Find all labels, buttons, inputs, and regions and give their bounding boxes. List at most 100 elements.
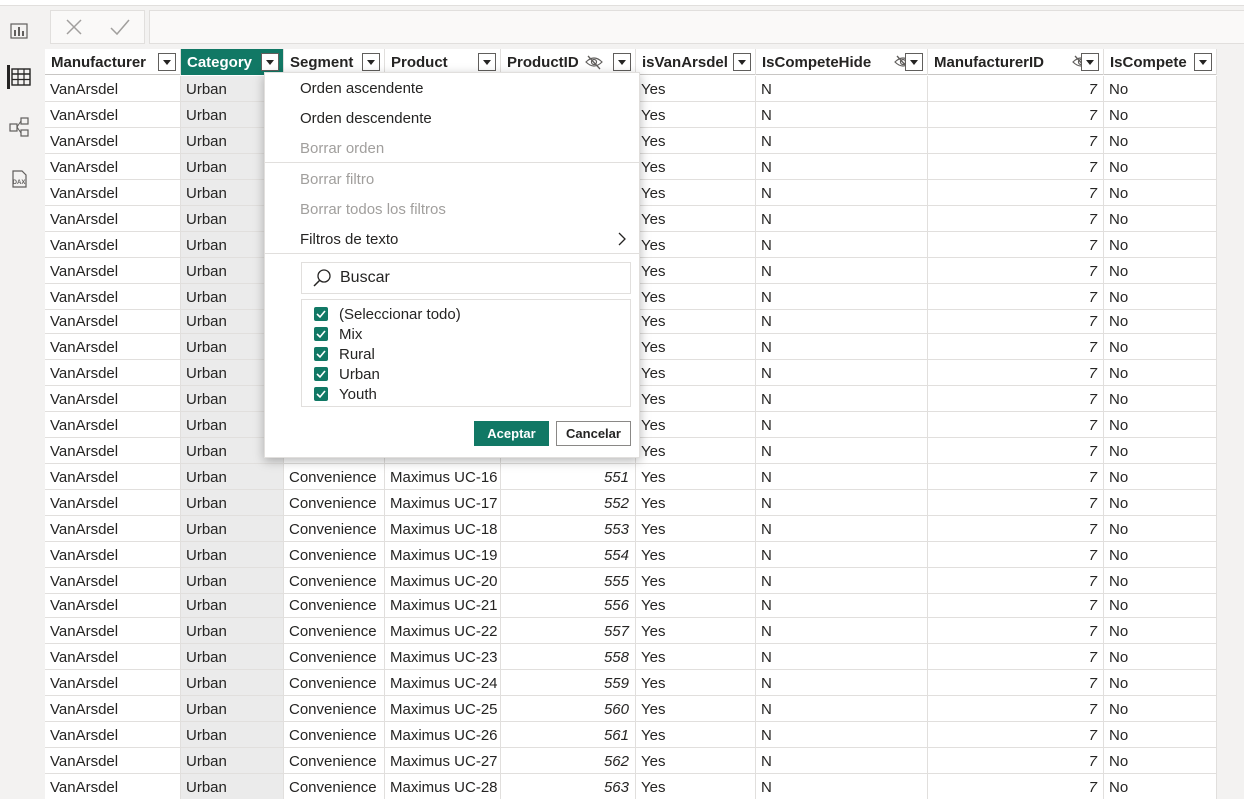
table-cell[interactable]: VanArsdel [45, 412, 181, 437]
table-cell[interactable]: 7 [928, 180, 1104, 205]
table-cell[interactable]: N [756, 334, 928, 359]
table-cell[interactable]: N [756, 618, 928, 643]
table-cell[interactable]: N [756, 516, 928, 541]
table-cell[interactable]: N [756, 748, 928, 773]
table-cell[interactable]: Yes [636, 696, 756, 721]
table-cell[interactable]: Maximus UC-17 [385, 490, 501, 515]
column-header-isvanarsdel[interactable]: isVanArsdel [636, 49, 756, 75]
table-cell[interactable]: Urban [181, 774, 284, 799]
table-cell[interactable]: 7 [928, 618, 1104, 643]
table-cell[interactable]: N [756, 594, 928, 617]
table-cell[interactable]: N [756, 542, 928, 567]
table-cell[interactable]: Convenience [284, 464, 385, 489]
column-filter-dropdown-button[interactable] [261, 53, 279, 71]
table-cell[interactable]: Urban [181, 594, 284, 617]
table-cell[interactable]: Urban [181, 696, 284, 721]
dax-query-view-icon[interactable]: DAX [7, 167, 31, 191]
table-cell[interactable]: N [756, 232, 928, 257]
table-cell[interactable]: No [1104, 102, 1217, 127]
table-cell[interactable]: 559 [501, 670, 636, 695]
table-cell[interactable]: No [1104, 748, 1217, 773]
table-cell[interactable]: N [756, 438, 928, 463]
filter-option-checkbox[interactable]: (Seleccionar todo) [302, 304, 630, 324]
table-cell[interactable]: 553 [501, 516, 636, 541]
column-filter-dropdown-button[interactable] [1194, 53, 1212, 71]
table-cell[interactable]: N [756, 644, 928, 669]
report-view-icon[interactable] [7, 19, 31, 43]
table-cell[interactable]: Maximus UC-23 [385, 644, 501, 669]
table-cell[interactable]: Yes [636, 258, 756, 283]
table-cell[interactable]: Yes [636, 360, 756, 385]
table-cell[interactable]: Maximus UC-22 [385, 618, 501, 643]
table-cell[interactable]: Convenience [284, 696, 385, 721]
table-cell[interactable]: VanArsdel [45, 76, 181, 101]
table-cell[interactable]: 560 [501, 696, 636, 721]
table-cell[interactable]: N [756, 670, 928, 695]
table-cell[interactable]: Yes [636, 568, 756, 593]
column-header-iscompetehide[interactable]: IsCompeteHide [756, 49, 928, 75]
table-cell[interactable]: Convenience [284, 644, 385, 669]
table-cell[interactable]: No [1104, 180, 1217, 205]
table-cell[interactable]: 7 [928, 568, 1104, 593]
table-cell[interactable]: N [756, 386, 928, 411]
table-cell[interactable]: VanArsdel [45, 722, 181, 747]
table-cell[interactable]: VanArsdel [45, 310, 181, 333]
table-cell[interactable]: Convenience [284, 670, 385, 695]
table-cell[interactable]: VanArsdel [45, 438, 181, 463]
table-cell[interactable]: 561 [501, 722, 636, 747]
table-cell[interactable]: Maximus UC-16 [385, 464, 501, 489]
table-cell[interactable]: No [1104, 542, 1217, 567]
table-cell[interactable]: Yes [636, 774, 756, 799]
table-cell[interactable]: Yes [636, 76, 756, 101]
table-cell[interactable]: Urban [181, 644, 284, 669]
table-cell[interactable]: VanArsdel [45, 206, 181, 231]
column-filter-dropdown-button[interactable] [158, 53, 176, 71]
table-cell[interactable]: 7 [928, 464, 1104, 489]
table-cell[interactable]: Convenience [284, 542, 385, 567]
table-cell[interactable]: VanArsdel [45, 180, 181, 205]
sort-ascending-item[interactable]: Orden ascendente [265, 73, 641, 103]
table-cell[interactable]: Yes [636, 644, 756, 669]
table-cell[interactable]: Yes [636, 670, 756, 695]
table-cell[interactable]: Yes [636, 594, 756, 617]
column-header-manufacturerid[interactable]: ManufacturerID [928, 49, 1104, 75]
table-cell[interactable]: N [756, 412, 928, 437]
table-cell[interactable]: Urban [181, 568, 284, 593]
column-filter-dropdown-button[interactable] [478, 53, 496, 71]
accept-button[interactable]: Aceptar [474, 421, 549, 446]
table-cell[interactable]: Yes [636, 438, 756, 463]
column-filter-dropdown-button[interactable] [733, 53, 751, 71]
table-cell[interactable]: 7 [928, 670, 1104, 695]
table-cell[interactable]: No [1104, 516, 1217, 541]
table-cell[interactable]: Convenience [284, 568, 385, 593]
table-cell[interactable]: 7 [928, 644, 1104, 669]
table-cell[interactable]: N [756, 284, 928, 309]
table-cell[interactable]: No [1104, 284, 1217, 309]
table-cell[interactable]: VanArsdel [45, 232, 181, 257]
table-cell[interactable]: No [1104, 644, 1217, 669]
table-cell[interactable]: No [1104, 412, 1217, 437]
table-cell[interactable]: 7 [928, 722, 1104, 747]
table-cell[interactable]: Yes [636, 206, 756, 231]
table-cell[interactable]: 554 [501, 542, 636, 567]
table-cell[interactable]: Urban [181, 464, 284, 489]
table-cell[interactable]: No [1104, 722, 1217, 747]
table-cell[interactable]: N [756, 102, 928, 127]
table-cell[interactable]: Yes [636, 516, 756, 541]
table-cell[interactable]: Convenience [284, 722, 385, 747]
table-cell[interactable]: 556 [501, 594, 636, 617]
table-cell[interactable]: 7 [928, 310, 1104, 333]
table-cell[interactable]: VanArsdel [45, 618, 181, 643]
table-cell[interactable]: 7 [928, 412, 1104, 437]
table-cell[interactable]: 7 [928, 232, 1104, 257]
table-cell[interactable]: Yes [636, 284, 756, 309]
table-cell[interactable]: 7 [928, 490, 1104, 515]
table-cell[interactable]: N [756, 310, 928, 333]
table-cell[interactable]: No [1104, 334, 1217, 359]
table-cell[interactable]: Yes [636, 334, 756, 359]
table-cell[interactable]: Yes [636, 618, 756, 643]
table-cell[interactable]: 7 [928, 774, 1104, 799]
table-cell[interactable]: Yes [636, 542, 756, 567]
checkmark-icon[interactable] [97, 11, 143, 43]
table-cell[interactable]: 7 [928, 128, 1104, 153]
